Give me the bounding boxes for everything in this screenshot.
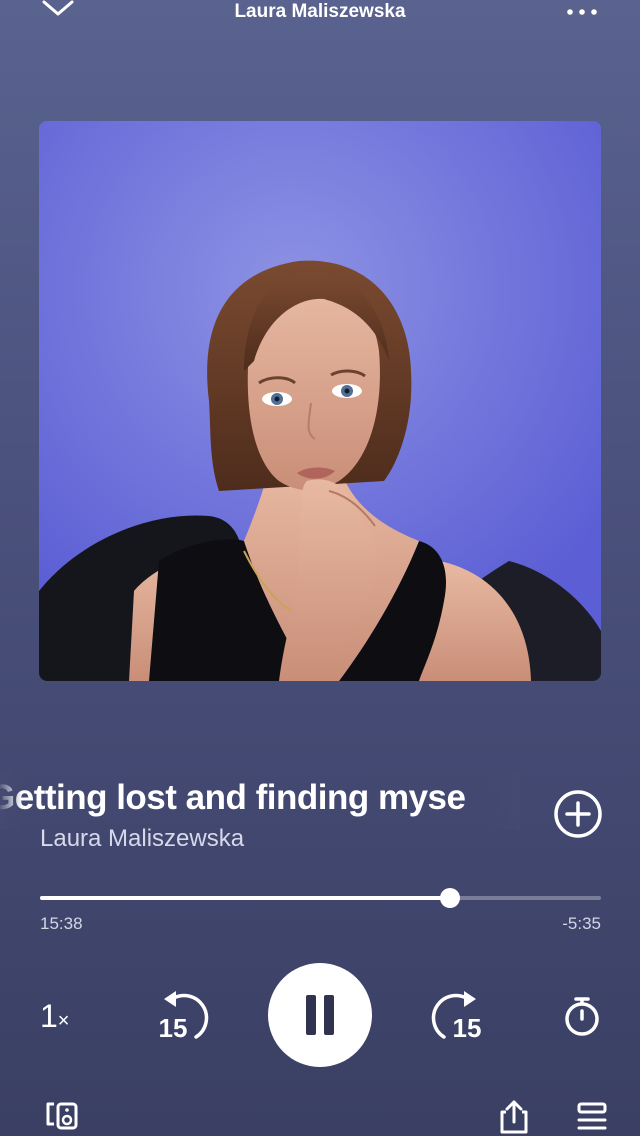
artist-name[interactable]: Laura Maliszewska [40,822,244,856]
pause-button[interactable] [268,963,372,1067]
time-elapsed: 15:38 [40,914,83,933]
title-fade-left [0,770,22,830]
episode-artwork [39,121,601,681]
speed-suffix: × [57,1010,70,1032]
more-options-icon[interactable] [564,2,600,22]
timer-icon[interactable] [560,994,604,1038]
header: Laura Maliszewska [0,0,640,28]
pause-icon [306,995,334,1035]
context-title: Laura Maliszewska [234,1,406,22]
speed-value: 1 [40,998,58,1034]
devices-icon[interactable] [44,1098,80,1134]
skip-back-seconds: 15 [159,1013,188,1043]
track-info: Getting lost and finding myse [0,770,640,838]
queue-icon[interactable] [575,1098,611,1134]
artwork-portrait [39,121,601,681]
time-remaining: -5:35 [562,914,601,933]
share-icon[interactable] [496,1098,532,1134]
skip-back-15-button[interactable]: 15 [152,985,214,1047]
episode-title[interactable]: Getting lost and finding myse [0,774,520,822]
progress-scrubber[interactable] [440,888,461,908]
progress-bar[interactable] [40,888,601,908]
skip-forward-15-button[interactable]: 15 [426,985,488,1047]
add-circle-icon[interactable] [552,788,604,840]
title-fade-right [490,770,520,830]
playback-speed-button[interactable]: 1× [40,996,90,1036]
skip-forward-seconds: 15 [453,1013,482,1043]
progress-fill [40,896,451,900]
